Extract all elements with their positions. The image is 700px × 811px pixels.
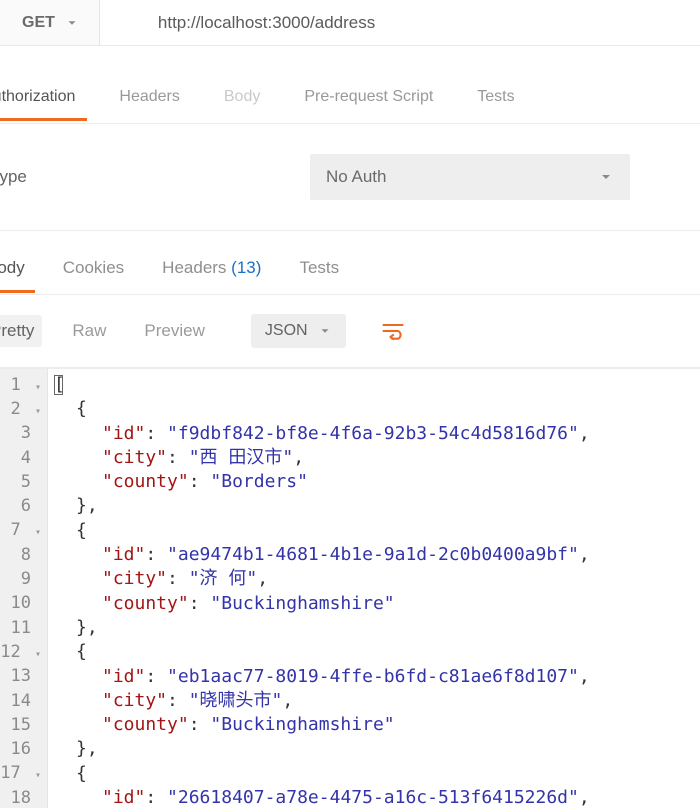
url-input[interactable] [140, 0, 700, 45]
line-number: 18 [0, 786, 45, 808]
line-number: 8 [0, 543, 45, 567]
auth-type-select[interactable]: No Auth [310, 154, 630, 200]
code-line: "id": "f9dbf842-bf8e-4f6a-92b3-54c4d5816… [54, 422, 590, 446]
resp-tab-headers-label: Headers [162, 258, 226, 277]
line-number: 1 ▾ [0, 373, 45, 397]
line-number: 16 [0, 737, 45, 761]
resp-tab-body[interactable]: Body [0, 244, 27, 292]
view-pretty[interactable]: Pretty [0, 315, 42, 347]
tab-authorization[interactable]: Authorization [0, 74, 77, 120]
line-number: 3 [0, 422, 45, 446]
line-number: 13 [0, 665, 45, 689]
line-number: 11 [0, 616, 45, 640]
code-line: { [54, 519, 590, 543]
chevron-down-icon [318, 324, 332, 338]
resp-tab-cookies[interactable]: Cookies [61, 244, 126, 292]
request-tabs: Authorization Headers Body Pre-request S… [0, 70, 700, 124]
code-line: "city": "西 田汉市", [54, 446, 590, 470]
code-line: "city": "济 何", [54, 567, 590, 591]
auth-row: Type No Auth [0, 124, 700, 231]
code-line: }, [54, 737, 590, 761]
code-line: "county": "Borders" [54, 470, 590, 494]
line-number: 2 ▾ [0, 397, 45, 421]
line-number: 5 [0, 470, 45, 494]
code-line: { [54, 397, 590, 421]
code-line: { [54, 762, 590, 786]
line-number: 9 [0, 567, 45, 591]
line-number-gutter: 1 ▾2 ▾34567 ▾89101112 ▾1314151617 ▾18 [0, 369, 48, 808]
code-line: "id": "26618407-a78e-4475-a16c-513f64152… [54, 786, 590, 808]
line-number: 17 ▾ [0, 762, 45, 786]
tab-body: Body [222, 74, 262, 120]
code-line: [ [54, 373, 590, 397]
tab-tests[interactable]: Tests [475, 74, 516, 120]
json-code[interactable]: [{"id": "f9dbf842-bf8e-4f6a-92b3-54c4d58… [48, 369, 590, 808]
code-line: }, [54, 616, 590, 640]
line-number: 10 [0, 592, 45, 616]
headers-count: (13) [231, 258, 261, 277]
code-line: "id": "eb1aac77-8019-4ffe-b6fd-c81ae6f8d… [54, 665, 590, 689]
auth-type-label: Type [0, 167, 310, 187]
format-label: JSON [265, 322, 308, 340]
view-preview[interactable]: Preview [136, 315, 212, 347]
http-method-label: GET [22, 14, 55, 32]
response-body-viewer: 1 ▾2 ▾34567 ▾89101112 ▾1314151617 ▾18 [{… [0, 368, 700, 808]
line-number: 12 ▾ [0, 640, 45, 664]
chevron-down-icon [65, 16, 79, 30]
wrap-lines-button[interactable] [374, 313, 412, 349]
code-line: "city": "晓啸头市", [54, 689, 590, 713]
viewer-bar: Pretty Raw Preview JSON [0, 295, 700, 368]
http-method-select[interactable]: GET [0, 0, 100, 45]
view-raw[interactable]: Raw [64, 315, 114, 347]
wrap-icon [381, 321, 405, 341]
code-line: "id": "ae9474b1-4681-4b1e-9a1d-2c0b0400a… [54, 543, 590, 567]
tab-prerequest[interactable]: Pre-request Script [302, 74, 435, 120]
code-line: }, [54, 494, 590, 518]
code-line: "county": "Buckinghamshire" [54, 592, 590, 616]
response-tabs: Body Cookies Headers (13) Tests [0, 241, 700, 295]
auth-type-value: No Auth [326, 167, 387, 187]
request-bar: GET [0, 0, 700, 46]
code-line: { [54, 640, 590, 664]
resp-tab-tests[interactable]: Tests [297, 244, 341, 292]
resp-tab-headers[interactable]: Headers (13) [160, 244, 263, 292]
line-number: 14 [0, 689, 45, 713]
tab-headers[interactable]: Headers [117, 74, 181, 120]
line-number: 6 [0, 494, 45, 518]
chevron-down-icon [598, 169, 614, 185]
line-number: 15 [0, 713, 45, 737]
format-select[interactable]: JSON [251, 314, 346, 348]
line-number: 7 ▾ [0, 519, 45, 543]
code-line: "county": "Buckinghamshire" [54, 713, 590, 737]
line-number: 4 [0, 446, 45, 470]
